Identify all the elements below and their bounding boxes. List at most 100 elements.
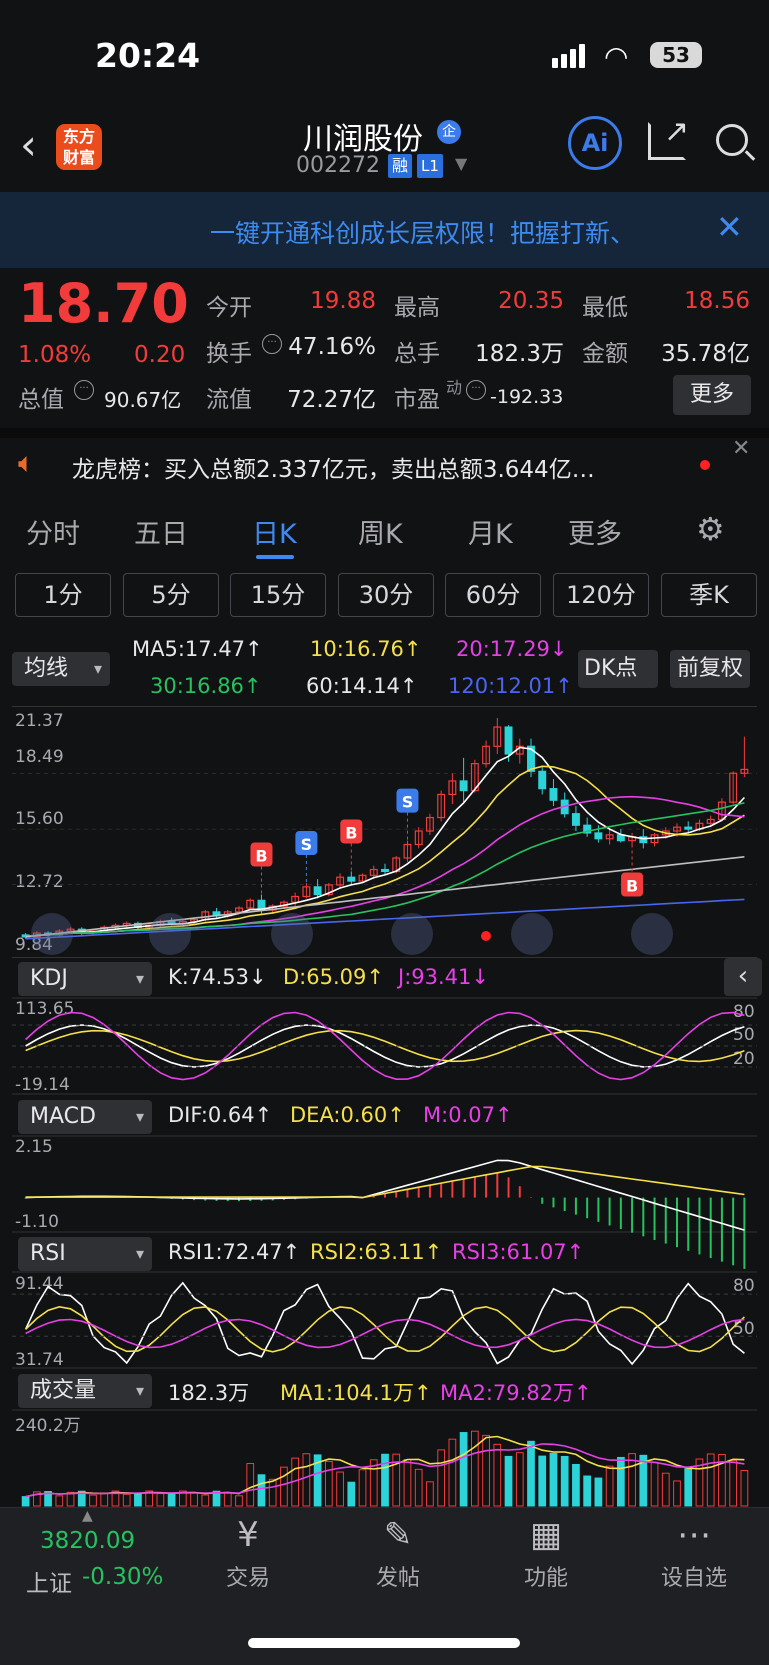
- volume-bar: [167, 1493, 176, 1507]
- ma10-line: [25, 765, 745, 938]
- period-60min[interactable]: 60分: [445, 573, 541, 617]
- volume-bar: [336, 1471, 344, 1507]
- quote-panel: 18.70 1.08% 0.20 今开 19.88 最高 20.35 最低 18…: [0, 268, 769, 428]
- settings-icon[interactable]: ⚙: [696, 510, 725, 548]
- volume-bar: [201, 1494, 210, 1507]
- signal-marker-label: B: [345, 823, 357, 842]
- stock-code: 002272: [296, 153, 380, 178]
- close-icon[interactable]: ✕: [732, 436, 750, 461]
- turnover-label: 换手: [206, 341, 252, 367]
- volume-select[interactable]: 成交量: [18, 1374, 152, 1408]
- volume-bar: [594, 1477, 603, 1507]
- tab-weekly-k[interactable]: 周K: [358, 512, 403, 551]
- volume-bar: [493, 1443, 502, 1507]
- promo-banner[interactable]: 一键开通科创成长层权限！把握打新、 ✕: [0, 192, 769, 268]
- kdj-select[interactable]: KDJ: [18, 962, 152, 996]
- info-icon[interactable]: ···: [262, 334, 282, 354]
- volume-bar: [268, 1478, 277, 1507]
- period-5min[interactable]: 5分: [123, 573, 219, 617]
- back-icon[interactable]: ‹: [20, 120, 37, 169]
- chevron-down-icon[interactable]: ▼: [455, 154, 467, 173]
- tab-daily-k[interactable]: 日K: [252, 512, 297, 551]
- nav-function[interactable]: ▦ 功能: [486, 1510, 606, 1592]
- search-icon[interactable]: [716, 124, 748, 156]
- volume-bar: [347, 1481, 356, 1507]
- tab-five-day[interactable]: 五日: [134, 512, 188, 551]
- grid-icon: ▦: [529, 1515, 563, 1555]
- chevron-up-icon[interactable]: ▲: [82, 1508, 93, 1524]
- info-icon[interactable]: ···: [74, 380, 94, 400]
- nav-post[interactable]: ✎ 发帖: [338, 1510, 458, 1592]
- volume-chart: [12, 1409, 757, 1507]
- clock: 20:24: [95, 36, 201, 75]
- volume-bar: [560, 1455, 569, 1507]
- ai-button[interactable]: Ai: [568, 116, 622, 170]
- volume-bar: [628, 1453, 636, 1507]
- dragon-tiger-notice[interactable]: 🔈︎ 龙虎榜：买入总额2.337亿元，卖出总额3.644亿… ✕: [0, 428, 769, 498]
- volume-bar: [673, 1480, 681, 1507]
- low-value: 18.56: [684, 288, 750, 314]
- rsi-2: RSI2:63.11↑: [310, 1240, 443, 1264]
- index-name: 上证: [26, 1571, 72, 1597]
- adjust-button[interactable]: 前复权: [670, 650, 750, 688]
- tab-more[interactable]: 更多: [568, 512, 622, 551]
- volume-value: 182.3万: [168, 1381, 250, 1405]
- chart-control-button: [271, 913, 313, 955]
- volume-bar: [426, 1481, 434, 1507]
- macd-dif: DIF:0.64↑: [168, 1103, 273, 1127]
- collapse-icon[interactable]: ‹: [724, 958, 762, 996]
- period-1min[interactable]: 1分: [15, 573, 111, 617]
- volume-bar: [89, 1494, 97, 1507]
- period-15min[interactable]: 15分: [230, 573, 326, 617]
- info-icon[interactable]: ···: [466, 380, 486, 400]
- candle-body: [347, 876, 356, 882]
- index-change: -0.30%: [82, 1564, 164, 1590]
- low-label: 最低: [582, 295, 628, 321]
- more-button[interactable]: 更多: [673, 375, 751, 415]
- search-handle: [744, 150, 756, 161]
- volume-ma2: MA2:79.82万↑: [440, 1381, 592, 1405]
- period-30min[interactable]: 30分: [338, 573, 434, 617]
- rsi-1: RSI1:72.47↑: [168, 1240, 301, 1264]
- candle-body: [571, 813, 580, 826]
- candlestick-chart[interactable]: B S B S B: [0, 706, 769, 958]
- nav-watchlist[interactable]: ⋯ 设自选: [634, 1510, 754, 1592]
- notice-text: 龙虎榜：买入总额2.337亿元，卖出总额3.644亿…: [72, 457, 595, 483]
- candle-body: [504, 726, 513, 755]
- volume-bar: [280, 1466, 288, 1507]
- candle-body: [549, 788, 558, 801]
- ma5-value: MA5:17.47↑: [132, 637, 263, 661]
- tab-intraday[interactable]: 分时: [26, 512, 80, 551]
- period-quarter[interactable]: 季K: [661, 573, 757, 617]
- dk-point-button[interactable]: DK点: [578, 650, 658, 688]
- chart-control-button: [391, 913, 433, 955]
- ma-select[interactable]: 均线: [12, 652, 110, 686]
- pe-value: -192.33: [490, 386, 564, 408]
- last-price: 18.70: [18, 272, 189, 335]
- nav-trade[interactable]: ¥ 交易: [188, 1510, 308, 1592]
- volume-bar: [246, 1463, 255, 1507]
- tab-monthly-k[interactable]: 月K: [468, 512, 513, 551]
- pe-type: 动: [446, 378, 463, 397]
- rsi-select[interactable]: RSI: [18, 1237, 152, 1271]
- trade-icon: ¥: [237, 1515, 259, 1555]
- volume-bar: [223, 1491, 232, 1507]
- volume-bar: [190, 1492, 198, 1507]
- close-icon[interactable]: ✕: [716, 208, 743, 246]
- period-120min[interactable]: 120分: [553, 573, 649, 617]
- volume-bar: [235, 1495, 243, 1507]
- volume-bar: [482, 1434, 490, 1507]
- index-value[interactable]: 3820.09: [40, 1528, 135, 1554]
- ma60-value: 60:14.14↑: [306, 674, 418, 698]
- nav-watchlist-label: 设自选: [660, 1566, 727, 1591]
- battery-level: 53: [662, 43, 690, 67]
- float-cap-value: 72.27亿: [287, 387, 376, 413]
- volume-bar: [156, 1493, 165, 1507]
- open-value: 19.88: [310, 288, 376, 314]
- volume-bar: [729, 1459, 738, 1507]
- macd-select[interactable]: MACD: [18, 1100, 152, 1134]
- active-tab-indicator: [256, 555, 294, 559]
- volume-bar: [706, 1453, 715, 1507]
- current-marker: [481, 931, 491, 941]
- volume-bar: [740, 1469, 749, 1507]
